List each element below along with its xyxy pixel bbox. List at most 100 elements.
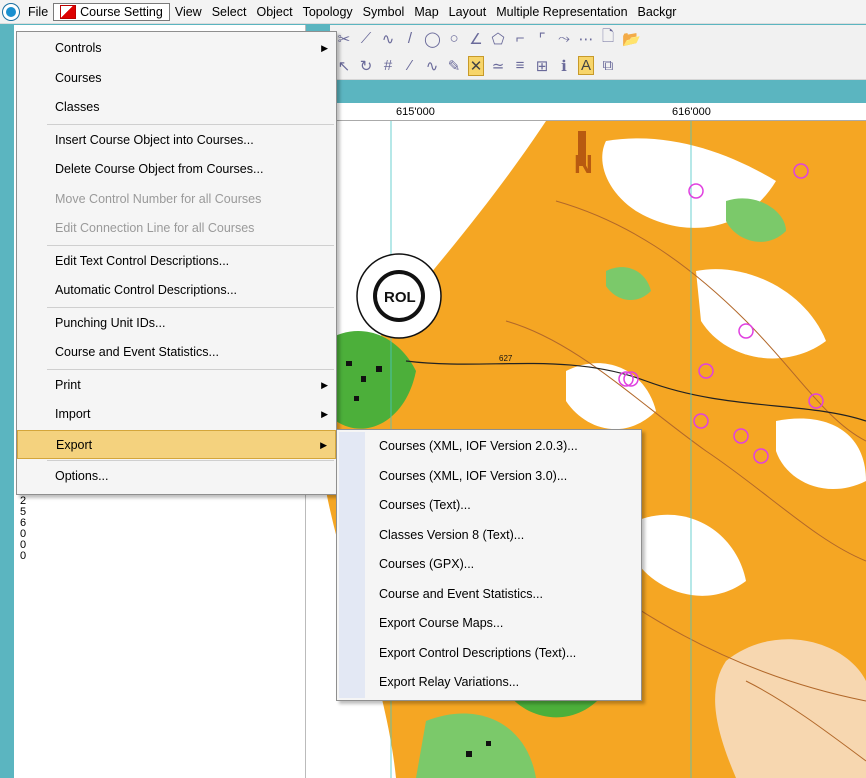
- logo-text: ROL: [384, 289, 416, 306]
- export-menu-item-courses[interactable]: Courses (XML, IOF Version 2.0.3)...: [337, 432, 641, 462]
- freehand-icon[interactable]: ⤳: [556, 30, 572, 47]
- menu-map[interactable]: Map: [409, 3, 443, 21]
- angle-icon[interactable]: ∠: [468, 30, 484, 48]
- export-submenu: Courses (XML, IOF Version 2.0.3)... Cours…: [336, 429, 642, 701]
- course-setting-icon: [60, 4, 77, 19]
- menu-item-label: Edit Text Control Descriptions...: [55, 253, 230, 268]
- export-menu-item-export-course-maps[interactable]: Export Course Maps...: [337, 609, 641, 639]
- curve-tool-icon[interactable]: ∿: [380, 30, 396, 48]
- menu-item-label: Courses: [55, 70, 102, 85]
- menu-separator: [47, 123, 334, 125]
- circle-icon[interactable]: ○: [446, 30, 462, 47]
- ruler-label: 615'000: [396, 106, 435, 118]
- export-menu-item-export-relay-variations[interactable]: Export Relay Variations...: [337, 668, 641, 698]
- straight-line-icon[interactable]: /: [402, 30, 418, 47]
- menu-item-label: Print: [55, 377, 81, 392]
- menu-item-label: Course and Event Statistics...: [55, 345, 219, 359]
- flatten-icon[interactable]: ≃: [490, 57, 506, 75]
- ellipse-icon[interactable]: ◯: [424, 30, 441, 48]
- file-menu-item-courses[interactable]: Courses: [17, 64, 336, 94]
- rectangle-icon[interactable]: ⌜: [534, 30, 550, 48]
- hash-icon[interactable]: #: [380, 57, 396, 74]
- file-menu-item-edit-text-control-descriptions[interactable]: Edit Text Control Descriptions...: [17, 247, 336, 277]
- file-menu-item-delete-course-object-from-courses[interactable]: Delete Course Object from Courses...: [17, 155, 336, 185]
- menu-item-label: Classes: [55, 100, 100, 114]
- menu-multiple-representation[interactable]: Multiple Representation: [491, 3, 632, 21]
- menu-layout[interactable]: Layout: [444, 3, 492, 21]
- menu-background[interactable]: Backgr: [633, 3, 682, 21]
- symbol-select-icon[interactable]: ✕: [468, 55, 484, 76]
- export-menu-item-classes-version-8[interactable]: Classes Version 8 (Text)...: [337, 521, 641, 551]
- edit-toolbar: ↖ ↻ # ⁄ ∿ ✎ ✕ ≃ ≡ ⊞ ℹ A ⧉: [330, 52, 866, 80]
- text-tool-icon[interactable]: A: [578, 56, 594, 75]
- export-menu-item-courses[interactable]: Courses (GPX)...: [337, 550, 641, 580]
- export-menu-item-courses[interactable]: Courses (Text)...: [337, 491, 641, 521]
- ruler-label: 616'000: [672, 106, 711, 118]
- scissors-icon[interactable]: ✂: [336, 30, 352, 48]
- wave-icon[interactable]: ∿: [424, 57, 440, 75]
- file-menu-item-course-and-event-statistics[interactable]: Course and Event Statistics...: [17, 338, 336, 368]
- drawing-toolbar: ✂ ⟋ ∿ / ◯ ○ ∠ ⬠ ⌐ ⌜ ⤳ ⋯ 🗋 📂: [330, 25, 866, 53]
- export-menu-item-courses[interactable]: Courses (XML, IOF Version 3.0)...: [337, 462, 641, 492]
- spot-height-label: 627: [499, 354, 513, 363]
- rotate-icon[interactable]: ↻: [358, 57, 374, 75]
- menu-item-label: Options...: [55, 469, 109, 483]
- file-menu-item-export[interactable]: Export ▶: [17, 429, 336, 459]
- file-menu-dropdown: Controls ▶ Courses Classes Insert Course Obj…: [16, 31, 337, 495]
- file-menu-item-classes[interactable]: Classes: [17, 93, 336, 123]
- submenu-arrow-icon: ▶: [321, 379, 328, 390]
- file-menu-item-move-control-number-for-all-courses: Move Control Number for all Courses: [17, 185, 336, 215]
- pen-icon[interactable]: ✎: [446, 57, 462, 75]
- line-tool-icon[interactable]: ⟋: [358, 30, 374, 47]
- copy-icon[interactable]: ⧉: [600, 57, 616, 74]
- top-ruler: 615'000 616'000: [334, 103, 866, 121]
- export-menu-item-export-control-descriptions[interactable]: Export Control Descriptions (Text)...: [337, 639, 641, 669]
- menu-select[interactable]: Select: [207, 3, 252, 21]
- menu-course-setting[interactable]: Course Setting: [53, 2, 170, 21]
- menu-item-label: Insert Course Object into Courses...: [55, 132, 254, 147]
- file-menu-item-punching-unit-ids[interactable]: Punching Unit IDs...: [17, 309, 336, 339]
- submenu-arrow-icon: ▶: [321, 43, 328, 53]
- menu-item-label: Punching Unit IDs...: [55, 315, 166, 330]
- submenu-arrow-icon: ▶: [321, 409, 328, 419]
- app-icon[interactable]: [3, 3, 19, 20]
- info-icon[interactable]: ℹ: [556, 57, 572, 75]
- submenu-arrow-icon: ▶: [320, 439, 327, 450]
- menu-file[interactable]: File: [23, 3, 53, 21]
- left-ruler-label: 256000: [19, 495, 27, 562]
- file-menu-item-automatic-control-descriptions[interactable]: Automatic Control Descriptions...: [17, 276, 336, 306]
- file-menu-item-print[interactable]: Print ▶: [17, 371, 336, 401]
- menu-item-label: Controls: [55, 41, 102, 55]
- menu-separator: [47, 460, 334, 461]
- menu-symbol[interactable]: Symbol: [358, 3, 410, 21]
- menu-item-label: Edit Connection Line for all Courses: [55, 221, 255, 235]
- file-menu-item-insert-course-object-into-courses[interactable]: Insert Course Object into Courses...: [17, 126, 336, 156]
- polygon-icon[interactable]: ⬠: [490, 30, 506, 48]
- file-menu-item-options[interactable]: Options...: [17, 462, 336, 492]
- file-menu-item-controls[interactable]: Controls ▶: [17, 34, 336, 64]
- menu-item-label: Export: [56, 437, 93, 452]
- corner-icon[interactable]: ⌐: [512, 30, 528, 47]
- file-menu-item-import[interactable]: Import ▶: [17, 400, 336, 430]
- align-icon[interactable]: ≡: [512, 57, 528, 74]
- move-icon[interactable]: ↖: [336, 57, 352, 75]
- menu-course-setting-label: Course Setting: [80, 4, 163, 19]
- menu-item-label: Move Control Number for all Courses: [55, 191, 262, 206]
- menu-item-label: Delete Course Object from Courses...: [55, 162, 264, 176]
- menu-separator: [47, 244, 334, 246]
- slash-icon[interactable]: ⁄: [402, 57, 418, 74]
- grid-icon[interactable]: ⊞: [534, 57, 550, 75]
- menu-bar: File Course Setting View Select Object T…: [0, 0, 866, 24]
- dots-icon[interactable]: ⋯: [578, 30, 594, 48]
- file-menu-item-edit-connection-line-for-all-courses: Edit Connection Line for all Courses: [17, 214, 336, 244]
- menu-separator: [47, 306, 334, 308]
- open-folder-icon[interactable]: 📂: [622, 30, 641, 48]
- menu-topology[interactable]: Topology: [298, 3, 358, 21]
- rol-logo-icon: ROL: [356, 253, 442, 339]
- north-arrow-icon: N: [574, 149, 593, 179]
- menu-object[interactable]: Object: [251, 3, 297, 21]
- new-document-icon[interactable]: 🗋: [600, 26, 616, 51]
- export-menu-item-course-and-event-statistics[interactable]: Course and Event Statistics...: [337, 580, 641, 610]
- menu-view[interactable]: View: [170, 3, 207, 21]
- menu-separator: [47, 368, 334, 370]
